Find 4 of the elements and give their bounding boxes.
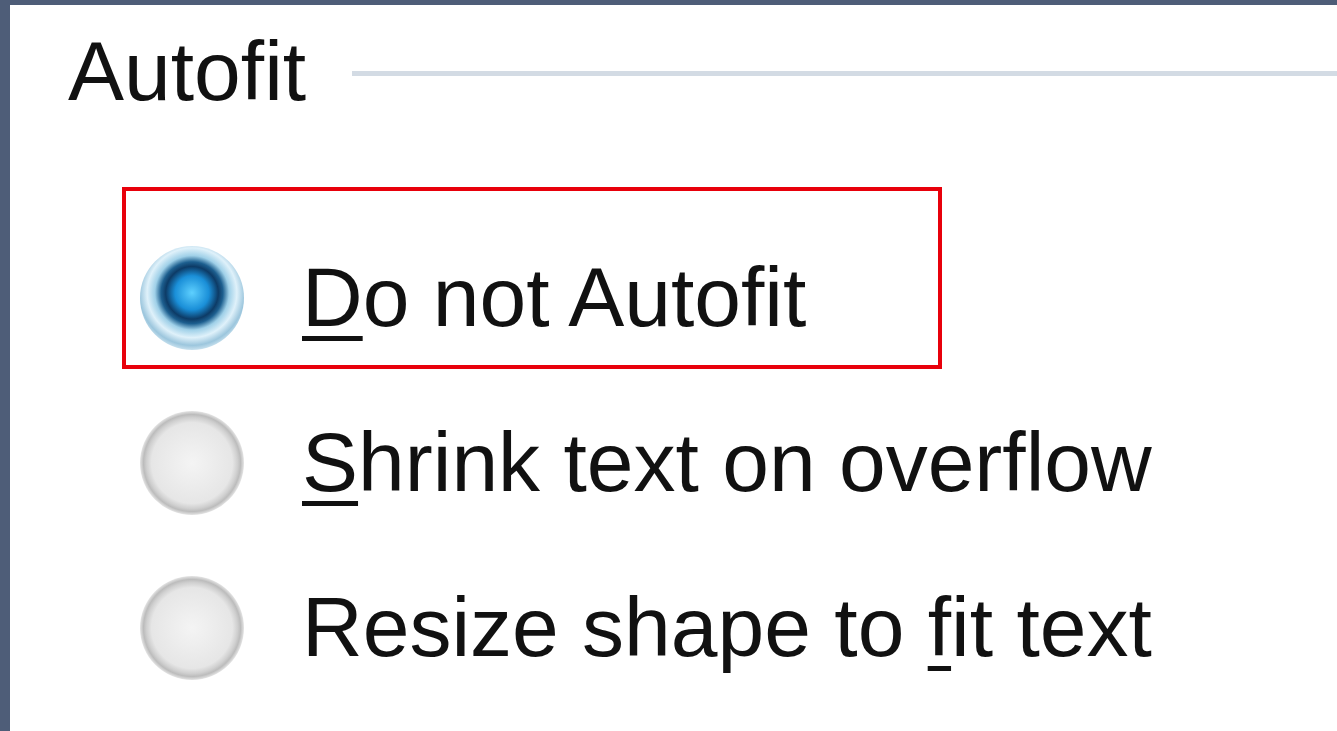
- option-label[interactable]: Shrink text on overflow: [302, 416, 1152, 509]
- option-label[interactable]: Resize shape to fit text: [302, 581, 1152, 674]
- option-label[interactable]: Do not Autofit: [302, 251, 807, 344]
- section-title: Autofit: [68, 29, 307, 113]
